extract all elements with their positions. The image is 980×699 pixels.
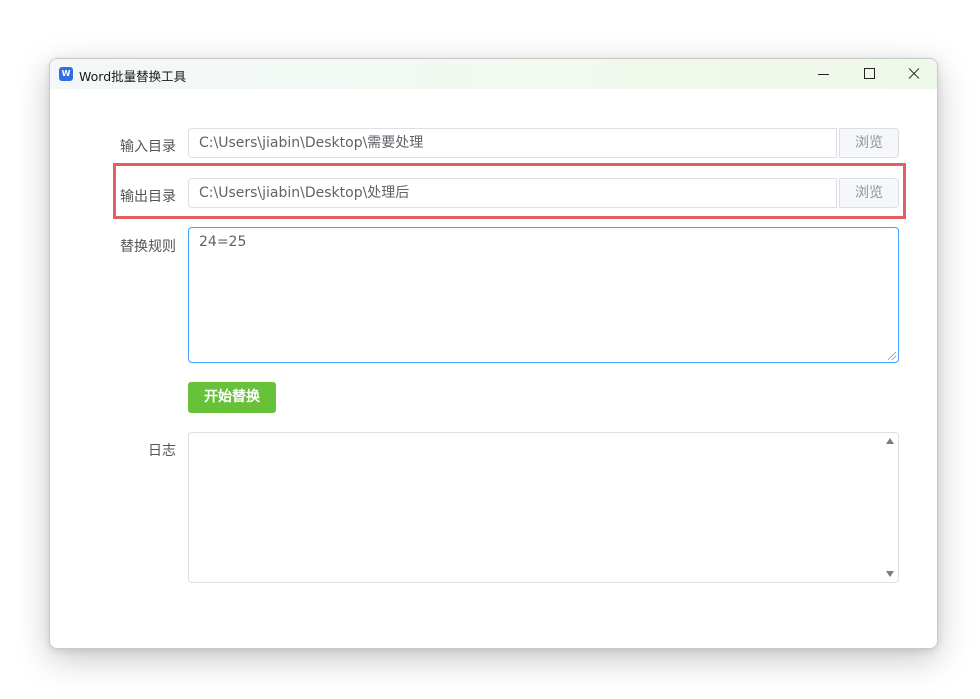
maximize-button[interactable]	[846, 59, 892, 89]
scroll-down-icon[interactable]	[886, 571, 894, 577]
minimize-icon	[818, 74, 829, 75]
title-bar[interactable]: W Word批量替换工具	[50, 59, 937, 89]
window-title: Word批量替换工具	[79, 69, 187, 84]
output-dir-highlight	[113, 163, 906, 219]
minimize-button[interactable]	[801, 59, 847, 89]
start-replace-button[interactable]: 开始替换	[188, 382, 276, 413]
rules-label: 替换规则	[120, 239, 176, 255]
rules-textarea[interactable]: 24=25	[188, 227, 899, 363]
app-window: W Word批量替换工具 输入目录 C:\Users\jiabin\Deskto…	[49, 58, 938, 649]
maximize-icon	[864, 68, 875, 79]
resize-grip-icon[interactable]	[888, 352, 896, 360]
scroll-up-icon[interactable]	[886, 438, 894, 444]
rules-text: 24=25	[199, 234, 247, 250]
input-browse-button[interactable]: 浏览	[839, 128, 899, 158]
input-dir-field[interactable]: C:\Users\jiabin\Desktop\需要处理	[188, 128, 837, 158]
close-button[interactable]	[891, 59, 937, 89]
word-app-icon: W	[59, 67, 73, 81]
input-dir-label: 输入目录	[120, 139, 176, 155]
log-label: 日志	[148, 443, 176, 459]
log-textarea[interactable]	[188, 432, 899, 583]
